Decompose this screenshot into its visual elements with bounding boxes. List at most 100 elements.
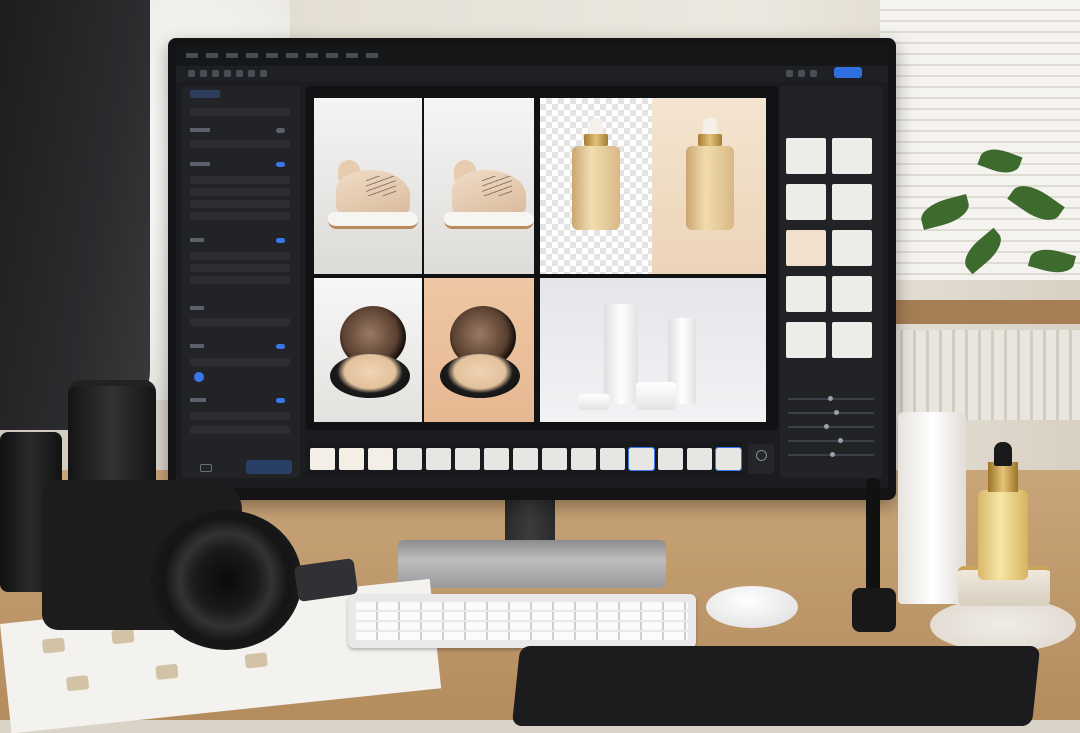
- panel-tab[interactable]: [830, 90, 848, 98]
- filmstrip-thumb-selected[interactable]: [628, 447, 655, 471]
- export-button[interactable]: [246, 460, 292, 474]
- toggle-switch[interactable]: [276, 344, 285, 349]
- variant-thumb[interactable]: [786, 276, 826, 312]
- filmstrip-thumb[interactable]: [455, 448, 480, 470]
- panel-row[interactable]: [190, 264, 290, 272]
- panel-row[interactable]: [190, 276, 290, 284]
- variant-thumb[interactable]: [832, 138, 872, 174]
- serum-bottle-image: [686, 118, 734, 230]
- section-label: [190, 398, 206, 402]
- panel-row[interactable]: [190, 318, 290, 326]
- adjustment-slider[interactable]: [788, 438, 874, 443]
- image-tile-shoe[interactable]: [424, 98, 534, 274]
- filmstrip-thumb[interactable]: [426, 448, 451, 470]
- filmstrip-thumb[interactable]: [542, 448, 567, 470]
- toolbar: [176, 66, 888, 82]
- filmstrip-thumb[interactable]: [484, 448, 509, 470]
- panel-row[interactable]: [190, 108, 290, 116]
- image-canvas: [306, 86, 778, 430]
- panel-tab[interactable]: [262, 90, 282, 98]
- right-panel: [780, 86, 882, 478]
- left-panel: [182, 86, 300, 478]
- panel-row[interactable]: [190, 252, 290, 260]
- toggle-switch[interactable]: [276, 162, 285, 167]
- compact-powder-image: [440, 306, 520, 398]
- image-tile-compact[interactable]: [314, 278, 422, 422]
- panel-tab[interactable]: [190, 90, 220, 98]
- color-swatch[interactable]: [194, 372, 204, 382]
- panel-tab[interactable]: [786, 90, 804, 98]
- chevron-right-icon[interactable]: [748, 444, 774, 474]
- history-icon[interactable]: [200, 464, 212, 472]
- tool-icon[interactable]: [212, 70, 219, 77]
- monitor-stand-base: [398, 540, 666, 588]
- tool-icon[interactable]: [248, 70, 255, 77]
- section-label: [190, 306, 204, 310]
- cream-jar-image: [636, 382, 676, 410]
- image-tile-serum-transparent[interactable]: [540, 98, 652, 274]
- print-thumbnail: [111, 628, 135, 645]
- filmstrip-thumb[interactable]: [658, 448, 683, 470]
- adjustment-slider[interactable]: [788, 424, 874, 429]
- cream-jar-image: [578, 394, 610, 410]
- variant-thumb[interactable]: [832, 322, 872, 358]
- tool-icon[interactable]: [810, 70, 817, 77]
- variant-thumb[interactable]: [786, 322, 826, 358]
- cream-tube: [898, 412, 966, 604]
- image-tile-shoe[interactable]: [314, 98, 422, 274]
- stylus-pen: [866, 478, 880, 598]
- filmstrip-thumb[interactable]: [571, 448, 596, 470]
- filmstrip-thumb[interactable]: [339, 448, 364, 470]
- toggle-switch[interactable]: [276, 398, 285, 403]
- filmstrip-thumb-selected[interactable]: [715, 447, 742, 471]
- variant-thumb[interactable]: [786, 138, 826, 174]
- section-label: [190, 162, 210, 166]
- tool-icon[interactable]: [188, 70, 195, 77]
- tool-icon[interactable]: [260, 70, 267, 77]
- tool-icon[interactable]: [224, 70, 231, 77]
- dslr-camera-lens: [150, 510, 302, 650]
- variant-thumb[interactable]: [786, 230, 826, 266]
- filmstrip-thumb[interactable]: [368, 448, 393, 470]
- toggle-switch[interactable]: [276, 128, 285, 133]
- filmstrip-thumb[interactable]: [687, 448, 712, 470]
- monitor-stand-neck: [505, 500, 555, 542]
- variant-thumb[interactable]: [832, 230, 872, 266]
- softbox-frame: [0, 0, 150, 430]
- panel-row[interactable]: [190, 200, 290, 208]
- panel-row[interactable]: [190, 188, 290, 196]
- variant-thumb[interactable]: [832, 184, 872, 220]
- monitor-screen: [176, 46, 888, 488]
- adjustment-slider[interactable]: [788, 410, 874, 415]
- adjustment-slider[interactable]: [788, 452, 874, 457]
- panel-row[interactable]: [190, 176, 290, 184]
- plant-leaf: [917, 193, 973, 231]
- serum-bottle-image: [572, 118, 620, 230]
- tool-icon[interactable]: [798, 70, 805, 77]
- panel-row[interactable]: [190, 426, 290, 434]
- print-thumbnail: [155, 663, 179, 680]
- panel-row[interactable]: [190, 358, 290, 366]
- image-tile-compact[interactable]: [424, 278, 534, 422]
- image-tile-serum[interactable]: [652, 98, 766, 274]
- tool-icon[interactable]: [236, 70, 243, 77]
- tool-icon[interactable]: [200, 70, 207, 77]
- variant-thumb[interactable]: [786, 184, 826, 220]
- filmstrip-thumb[interactable]: [397, 448, 422, 470]
- tool-icon[interactable]: [786, 70, 793, 77]
- print-thumbnail: [65, 675, 90, 692]
- panel-tab[interactable]: [808, 90, 826, 98]
- filmstrip-thumb[interactable]: [310, 448, 335, 470]
- filmstrip-thumb[interactable]: [600, 448, 625, 470]
- variant-thumb[interactable]: [832, 276, 872, 312]
- panel-row[interactable]: [190, 412, 290, 420]
- panel-row[interactable]: [190, 140, 290, 148]
- radiator: [890, 330, 1080, 420]
- panel-row[interactable]: [190, 212, 290, 220]
- share-button[interactable]: [834, 67, 862, 78]
- print-thumbnail: [244, 652, 268, 669]
- adjustment-slider[interactable]: [788, 396, 874, 401]
- image-tile-skincare-set[interactable]: [540, 278, 766, 422]
- toggle-switch[interactable]: [276, 238, 285, 243]
- filmstrip-thumb[interactable]: [513, 448, 538, 470]
